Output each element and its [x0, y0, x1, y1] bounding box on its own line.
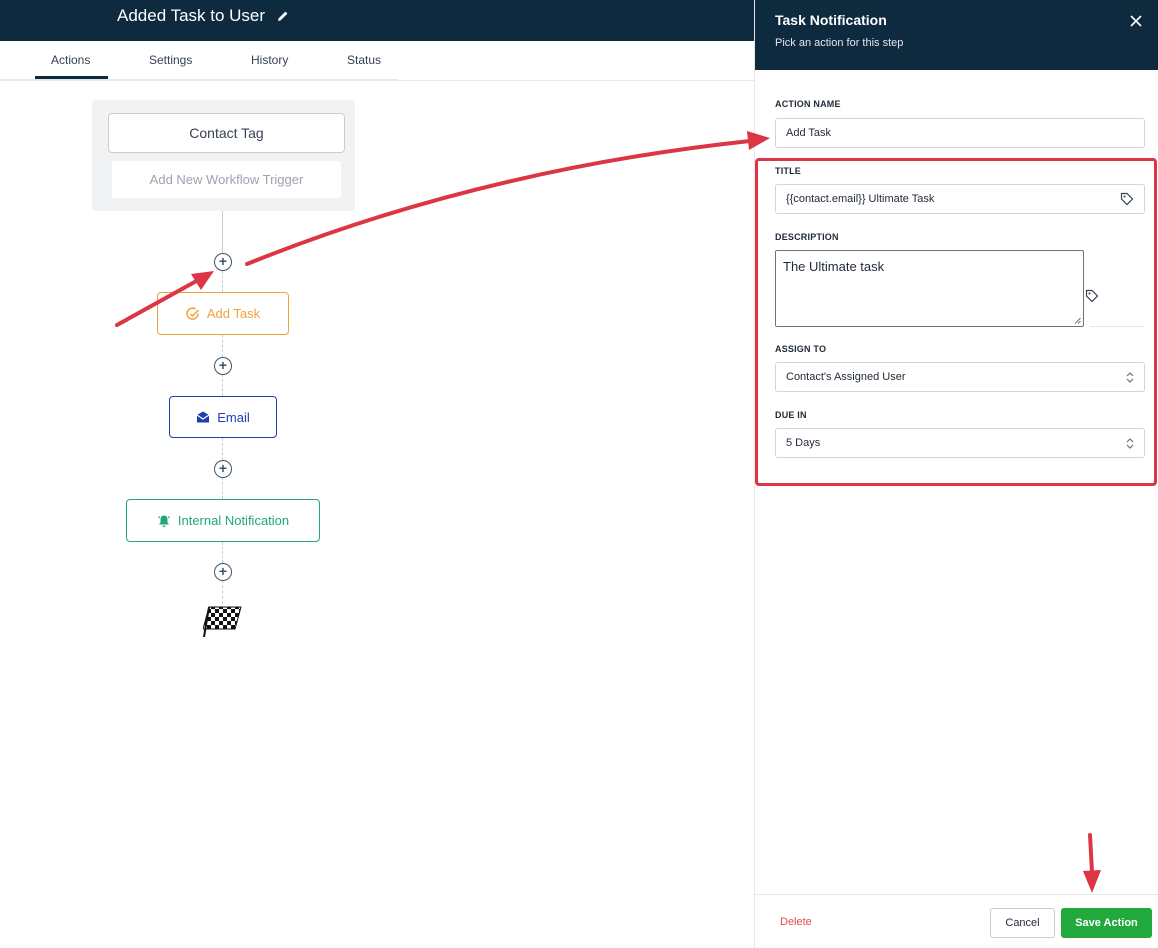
trigger-contact-tag[interactable]: Contact Tag	[108, 113, 345, 153]
description-textarea[interactable]: The Ultimate task	[775, 250, 1084, 327]
title-label: TITLE	[775, 166, 801, 176]
action-node-label: Internal Notification	[177, 513, 290, 528]
delete-button[interactable]: Delete	[780, 916, 812, 928]
tag-icon[interactable]	[1085, 289, 1099, 303]
due-in-value: 5 Days	[786, 437, 821, 449]
tab-group: Actions Settings History Status	[0, 41, 398, 80]
tag-icon[interactable]	[1120, 192, 1134, 206]
panel-title: Task Notification	[775, 12, 887, 28]
resize-grip-icon[interactable]	[1074, 317, 1081, 324]
action-node-add-task[interactable]: Add Task	[157, 292, 289, 335]
action-node-email[interactable]: Email	[169, 396, 277, 438]
description-label: DESCRIPTION	[775, 232, 839, 242]
bell-icon	[157, 515, 170, 527]
panel-header: Task Notification Pick an action for thi…	[755, 0, 1158, 70]
chevron-updown-icon	[1126, 372, 1134, 383]
assign-to-select[interactable]: Contact's Assigned User	[775, 362, 1145, 392]
action-node-label: Add Task	[206, 306, 261, 321]
active-tab-indicator	[35, 76, 108, 79]
connector-line	[222, 335, 223, 357]
connector-line	[222, 580, 223, 604]
tab-actions[interactable]: Actions	[51, 53, 90, 67]
close-icon[interactable]	[1127, 12, 1145, 30]
action-node-label: Email	[217, 409, 250, 425]
connector-line	[222, 477, 223, 499]
connector-line	[222, 271, 223, 292]
workflow-title-row: Added Task to User	[117, 6, 289, 26]
tab-settings[interactable]: Settings	[149, 53, 192, 67]
chevron-updown-icon	[1126, 438, 1134, 449]
assign-to-value: Contact's Assigned User	[786, 371, 906, 383]
finish-flag-icon	[203, 606, 242, 637]
action-name-input[interactable]: Add Task	[775, 118, 1145, 148]
add-workflow-trigger-button[interactable]: Add New Workflow Trigger	[112, 161, 341, 198]
description-value: The Ultimate task	[783, 259, 885, 274]
add-step-plus-icon[interactable]: +	[214, 563, 232, 581]
workflow-header: Added Task to User	[0, 0, 754, 41]
panel-subtitle: Pick an action for this step	[775, 37, 904, 49]
email-icon	[196, 411, 210, 423]
connector-line	[222, 211, 223, 253]
action-side-panel: Task Notification Pick an action for thi…	[754, 0, 1158, 948]
connector-line	[222, 542, 223, 563]
pencil-icon[interactable]	[277, 10, 289, 22]
tab-bar: Actions Settings History Status	[0, 41, 754, 81]
connector-line	[222, 438, 223, 460]
tab-status[interactable]: Status	[347, 53, 381, 67]
assign-to-label: ASSIGN TO	[775, 344, 827, 354]
title-input-value: {{contact.email}} Ultimate Task	[786, 193, 935, 205]
workflow-editor: Added Task to User Actions Settings Hist…	[0, 0, 1158, 948]
title-input[interactable]: {{contact.email}} Ultimate Task	[775, 184, 1145, 214]
save-action-button[interactable]: Save Action	[1061, 908, 1152, 938]
workflow-title: Added Task to User	[117, 6, 266, 25]
action-name-label: ACTION NAME	[775, 99, 841, 109]
due-in-select[interactable]: 5 Days	[775, 428, 1145, 458]
due-in-label: DUE IN	[775, 410, 807, 420]
tab-history[interactable]: History	[251, 53, 288, 67]
panel-footer: Delete Cancel Save Action	[755, 894, 1158, 948]
task-check-icon	[186, 306, 199, 320]
divider	[1090, 326, 1145, 327]
action-node-internal-notification[interactable]: Internal Notification	[126, 499, 320, 542]
connector-line	[222, 374, 223, 396]
add-step-plus-icon[interactable]: +	[214, 357, 232, 375]
add-step-plus-icon[interactable]: +	[214, 460, 232, 478]
cancel-button[interactable]: Cancel	[990, 908, 1055, 938]
add-step-plus-icon[interactable]: +	[214, 253, 232, 271]
